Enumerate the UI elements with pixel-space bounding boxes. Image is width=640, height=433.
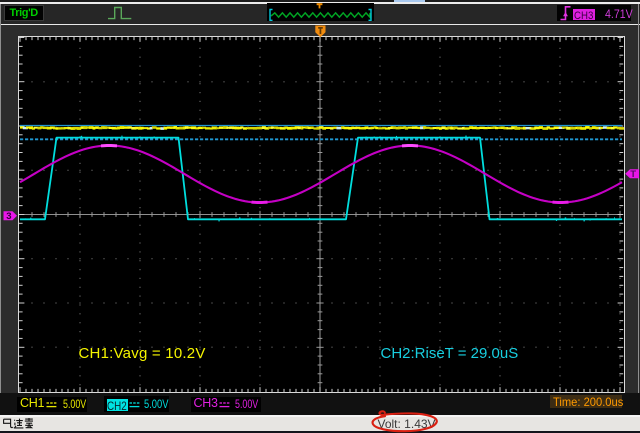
svg-text:3: 3 <box>6 211 11 222</box>
svg-text:T: T <box>630 169 636 180</box>
